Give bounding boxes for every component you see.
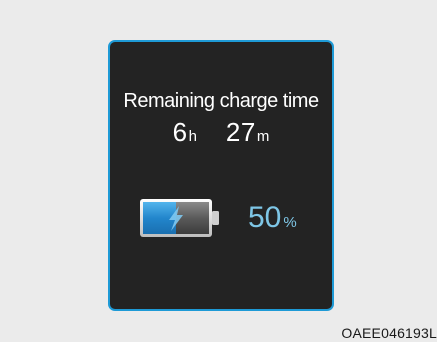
minutes-unit: m — [256, 128, 270, 145]
battery-percent-unit: % — [283, 214, 297, 231]
hours-value: 6 — [172, 117, 188, 147]
remaining-charge-time-label: Remaining charge time — [123, 90, 319, 112]
remaining-time-readout: 6h 27m — [110, 117, 332, 148]
figure-reference-code: OAEE046193L — [341, 325, 437, 341]
battery-percent-value: 50 — [248, 201, 282, 234]
battery-percent-readout: 50% — [248, 201, 297, 235]
battery-terminal — [212, 211, 219, 225]
minutes-value: 27 — [225, 117, 256, 147]
charge-status-display: Remaining charge time 6h 27m 50 % — [108, 40, 334, 311]
hours-unit: h — [188, 128, 197, 145]
battery-charging-icon — [140, 199, 219, 237]
